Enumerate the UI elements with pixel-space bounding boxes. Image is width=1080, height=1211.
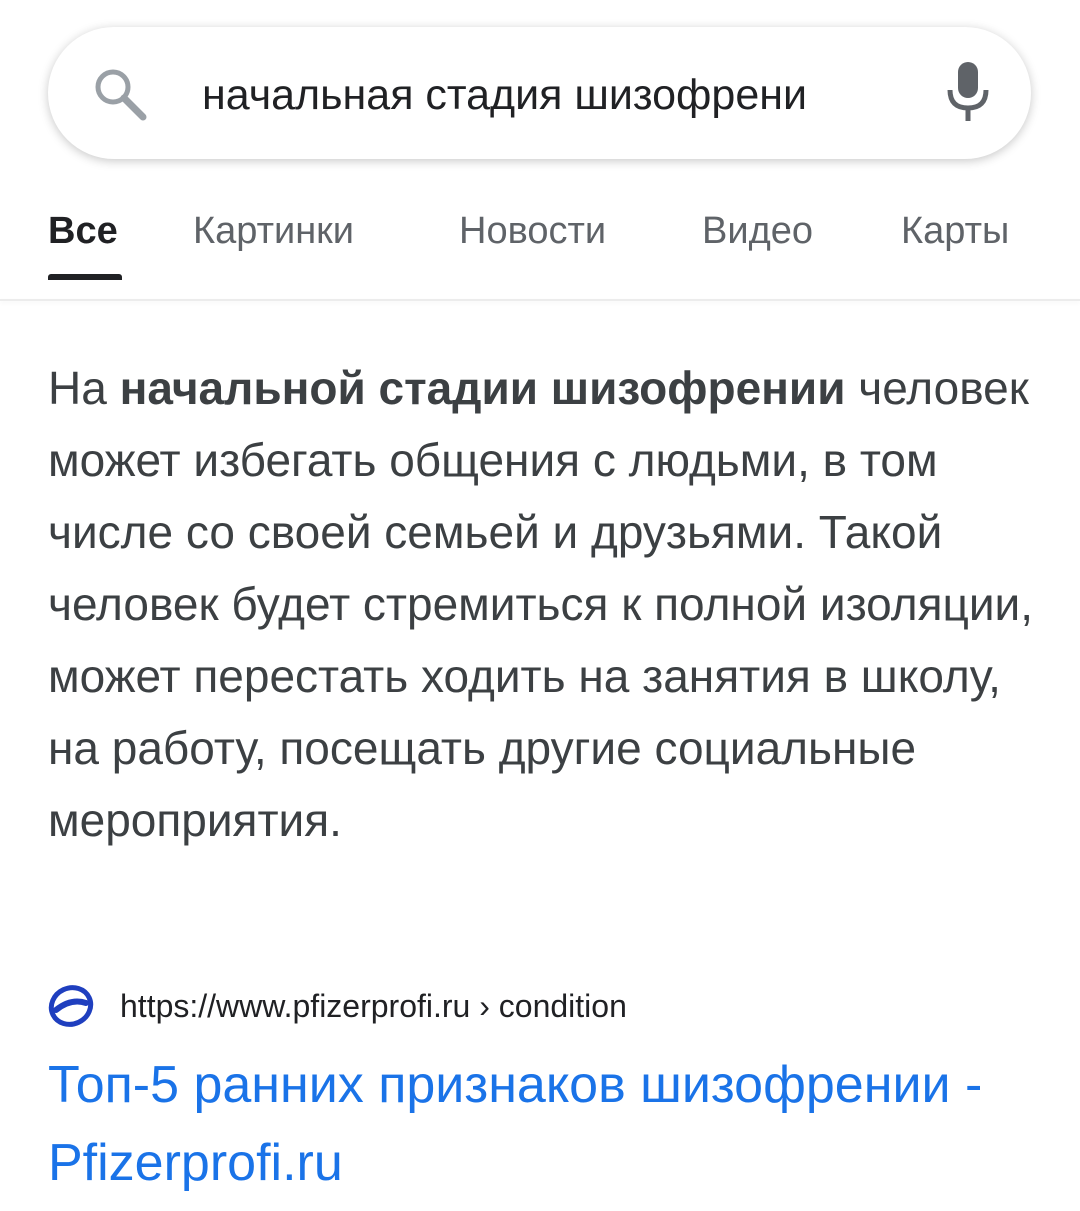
active-tab-indicator xyxy=(48,274,122,280)
tab-news[interactable]: Новости xyxy=(459,210,606,253)
result-url[interactable]: https://www.pfizerprofi.ru › condition xyxy=(120,988,627,1025)
tabs-divider xyxy=(0,299,1080,301)
snippet-body: человек может избегать общения с людьми,… xyxy=(48,362,1034,846)
featured-snippet-text: На начальной стадии шизофрении человек м… xyxy=(48,352,1048,856)
snippet-highlight: начальной стадии шизофрении xyxy=(119,362,846,414)
search-input[interactable] xyxy=(202,62,892,128)
tab-all[interactable]: Все xyxy=(48,210,118,253)
microphone-icon[interactable] xyxy=(944,60,992,126)
tab-images[interactable]: Картинки xyxy=(193,210,354,253)
result-source[interactable]: https://www.pfizerprofi.ru › condition xyxy=(48,978,627,1034)
result-title-link[interactable]: Топ-5 ранних признаков шизофрении - Pfiz… xyxy=(48,1046,1048,1202)
search-icon[interactable] xyxy=(92,66,148,122)
tab-maps[interactable]: Карты xyxy=(901,210,1009,253)
search-tabs: Все Картинки Новости Видео Карты xyxy=(0,190,1080,300)
tab-videos[interactable]: Видео xyxy=(702,210,813,253)
snippet-prefix: На xyxy=(48,362,120,414)
pfizer-logo-icon xyxy=(48,985,94,1027)
